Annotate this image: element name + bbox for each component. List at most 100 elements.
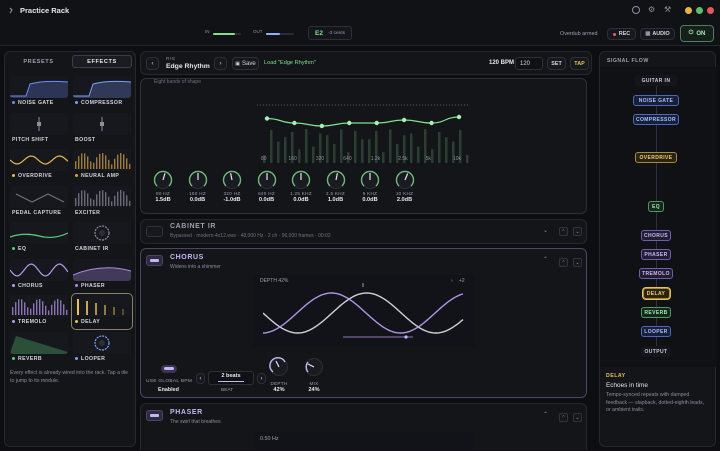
flow-node-phaser[interactable]: PHASER: [640, 249, 672, 260]
audio-button[interactable]: ▦ AUDIO: [640, 28, 675, 40]
beat-value-field[interactable]: 2 beats: [208, 371, 254, 385]
tap-tempo-button[interactable]: TAP: [570, 57, 589, 70]
chorus-collapse-icon[interactable]: ⌃: [543, 256, 548, 263]
chorus-mix-knob[interactable]: MIX 24%: [299, 356, 329, 393]
eq-band-knob[interactable]: 80 HZ 1.5dB: [148, 169, 178, 203]
set-bpm-button[interactable]: SET: [547, 57, 566, 70]
flow-node-reverb[interactable]: REVERB: [640, 307, 672, 318]
flow-node-chorus[interactable]: CHORUS: [640, 230, 672, 241]
phaser-collapse-icon[interactable]: ⌃: [543, 411, 548, 418]
window-close-button[interactable]: [707, 7, 714, 14]
chorus-move-down-button[interactable]: ⌄: [573, 258, 582, 267]
eq-spectrum-bar: [466, 154, 469, 163]
phaser-move-down-button[interactable]: ⌄: [573, 413, 582, 422]
cabinet-move-down-button[interactable]: ⌄: [573, 227, 582, 236]
effect-tile-noise-gate[interactable]: NOISE GATE: [10, 76, 68, 109]
rec-label: REC: [618, 31, 631, 37]
eq-band-knob[interactable]: 1.25 KHZ 0.0dB: [286, 169, 316, 203]
effect-tile-delay[interactable]: DELAY: [71, 293, 133, 330]
flow-node-looper[interactable]: LOOPER: [640, 326, 672, 337]
eq-band-handle[interactable]: [319, 123, 325, 129]
effect-tile-eq[interactable]: EQ: [10, 222, 68, 255]
next-rig-button[interactable]: ›: [214, 57, 227, 70]
flow-node-eq[interactable]: EQ: [648, 201, 664, 212]
flow-node-tremolo[interactable]: TREMOLO: [638, 268, 674, 279]
beat-decrease-button[interactable]: ‹: [196, 373, 205, 384]
global-bpm-switch[interactable]: [161, 365, 177, 373]
eq-frequency-label: 160: [288, 156, 297, 162]
cabinet-toggle[interactable]: [146, 226, 163, 237]
chorus-toggle[interactable]: [146, 255, 163, 266]
tab-presets[interactable]: PRESETS: [11, 55, 66, 68]
chorus-move-up-button[interactable]: ⌃: [559, 258, 568, 267]
eq-band-knob[interactable]: 2.5 KHZ 1.0dB: [321, 169, 351, 203]
rec-button[interactable]: REC: [607, 28, 636, 40]
effect-tile-overdrive[interactable]: OVERDRIVE: [10, 149, 68, 182]
chorus-visualizer[interactable]: DEPTH 42% +2 ›: [253, 275, 475, 347]
eq-band-handle[interactable]: [347, 120, 352, 126]
tile-label-text: OVERDRIVE: [18, 173, 53, 179]
chorus-voice-wave: [263, 292, 464, 334]
effect-tile-boost[interactable]: BOOST: [73, 112, 131, 146]
effect-tile-chorus[interactable]: CHORUS: [10, 258, 68, 292]
rec-dot-icon: [612, 32, 616, 36]
eq-band-handle[interactable]: [374, 120, 379, 126]
eq-band-knob[interactable]: 640 HZ 0.0dB: [252, 169, 282, 203]
effect-tile-cabinet-ir[interactable]: CABINET IR: [73, 222, 131, 255]
eq-band-handle[interactable]: [429, 120, 434, 126]
flow-node-guitar-in[interactable]: GUITAR IN: [634, 75, 678, 86]
eq-knob-label: 1.25 KHZ: [290, 191, 312, 196]
tile-preview: [10, 258, 68, 281]
tile-label-text: NOISE GATE: [18, 100, 54, 106]
tuner-display[interactable]: E2 -3 cents: [308, 26, 352, 40]
prev-rig-button[interactable]: ‹: [146, 57, 159, 70]
flow-node-overdrive[interactable]: OVERDRIVE: [634, 152, 678, 163]
effect-tile-reverb[interactable]: REVERB: [10, 331, 68, 365]
rig-name: Edge Rhythm: [166, 63, 210, 70]
effect-tile-pedal-capture[interactable]: PEDAL CAPTURE: [10, 185, 68, 219]
effect-tile-neural-amp[interactable]: NEURAL AMP: [73, 149, 131, 182]
phaser-move-up-button[interactable]: ⌃: [559, 413, 568, 422]
flow-node-compressor[interactable]: COMPRESSOR: [633, 114, 679, 125]
effect-tile-compressor[interactable]: COMPRESSOR: [73, 76, 131, 109]
tile-label-text: BOOST: [75, 136, 96, 143]
window-minimize-button[interactable]: [685, 7, 692, 14]
eq-band-handle[interactable]: [292, 120, 297, 126]
settings-gear-icon[interactable]: ⚙: [648, 5, 655, 14]
tab-effects[interactable]: EFFECTS: [72, 55, 132, 68]
tile-label-text: DELAY: [81, 319, 101, 325]
eq-frequency-label: 2.5k: [398, 156, 408, 162]
eq-band-knob[interactable]: 320 HZ -1.0dB: [217, 169, 247, 203]
flow-node-delay[interactable]: DELAY: [642, 288, 670, 299]
eq-spectrum-bar: [277, 141, 280, 163]
info-icon[interactable]: [632, 6, 640, 14]
window-maximize-button[interactable]: [696, 7, 703, 14]
eq-band-handle[interactable]: [401, 117, 407, 123]
phaser-visualizer[interactable]: 0.50 Hz: [253, 432, 475, 451]
eq-spectrum-bar: [417, 146, 420, 163]
tile-label: PITCH SHIFT: [12, 137, 48, 143]
phaser-toggle[interactable]: [146, 410, 163, 421]
eq-band-knob[interactable]: 5 KHZ 0.0dB: [355, 169, 385, 203]
cabinet-expand-icon[interactable]: ⌄: [543, 227, 548, 234]
save-button[interactable]: ▣ Save: [232, 57, 259, 70]
flow-node-output[interactable]: OUTPUT: [640, 346, 672, 357]
flow-node-noise-gate[interactable]: NOISE GATE: [633, 95, 679, 106]
eq-band-knob[interactable]: 10 KHZ 2.0dB: [390, 169, 420, 203]
effect-tile-phaser[interactable]: PHASER: [73, 258, 131, 292]
eq-graph[interactable]: [257, 93, 469, 163]
effect-tile-tremolo[interactable]: TREMOLO: [10, 295, 68, 328]
wrench-icon[interactable]: ⚒: [664, 5, 671, 14]
chorus-depth-knob[interactable]: DEPTH 42%: [264, 356, 294, 393]
rig-status: Load "Edge Rhythm": [264, 60, 316, 66]
bpm-input[interactable]: 120: [515, 57, 543, 70]
effect-tile-pitch-shift[interactable]: PITCH SHIFT: [10, 112, 68, 146]
effect-tile-looper[interactable]: LOOPER: [73, 331, 131, 365]
chorus-spread-handle[interactable]: [404, 335, 408, 339]
eq-band-knob[interactable]: 160 HZ 0.0dB: [183, 169, 213, 203]
cabinet-move-up-button[interactable]: ⌃: [559, 227, 568, 236]
eq-band-handle[interactable]: [264, 116, 270, 121]
power-button[interactable]: ⏻ ON: [680, 25, 714, 42]
effect-tile-exciter[interactable]: EXCITER: [73, 185, 131, 219]
eq-band-handle[interactable]: [456, 114, 462, 120]
